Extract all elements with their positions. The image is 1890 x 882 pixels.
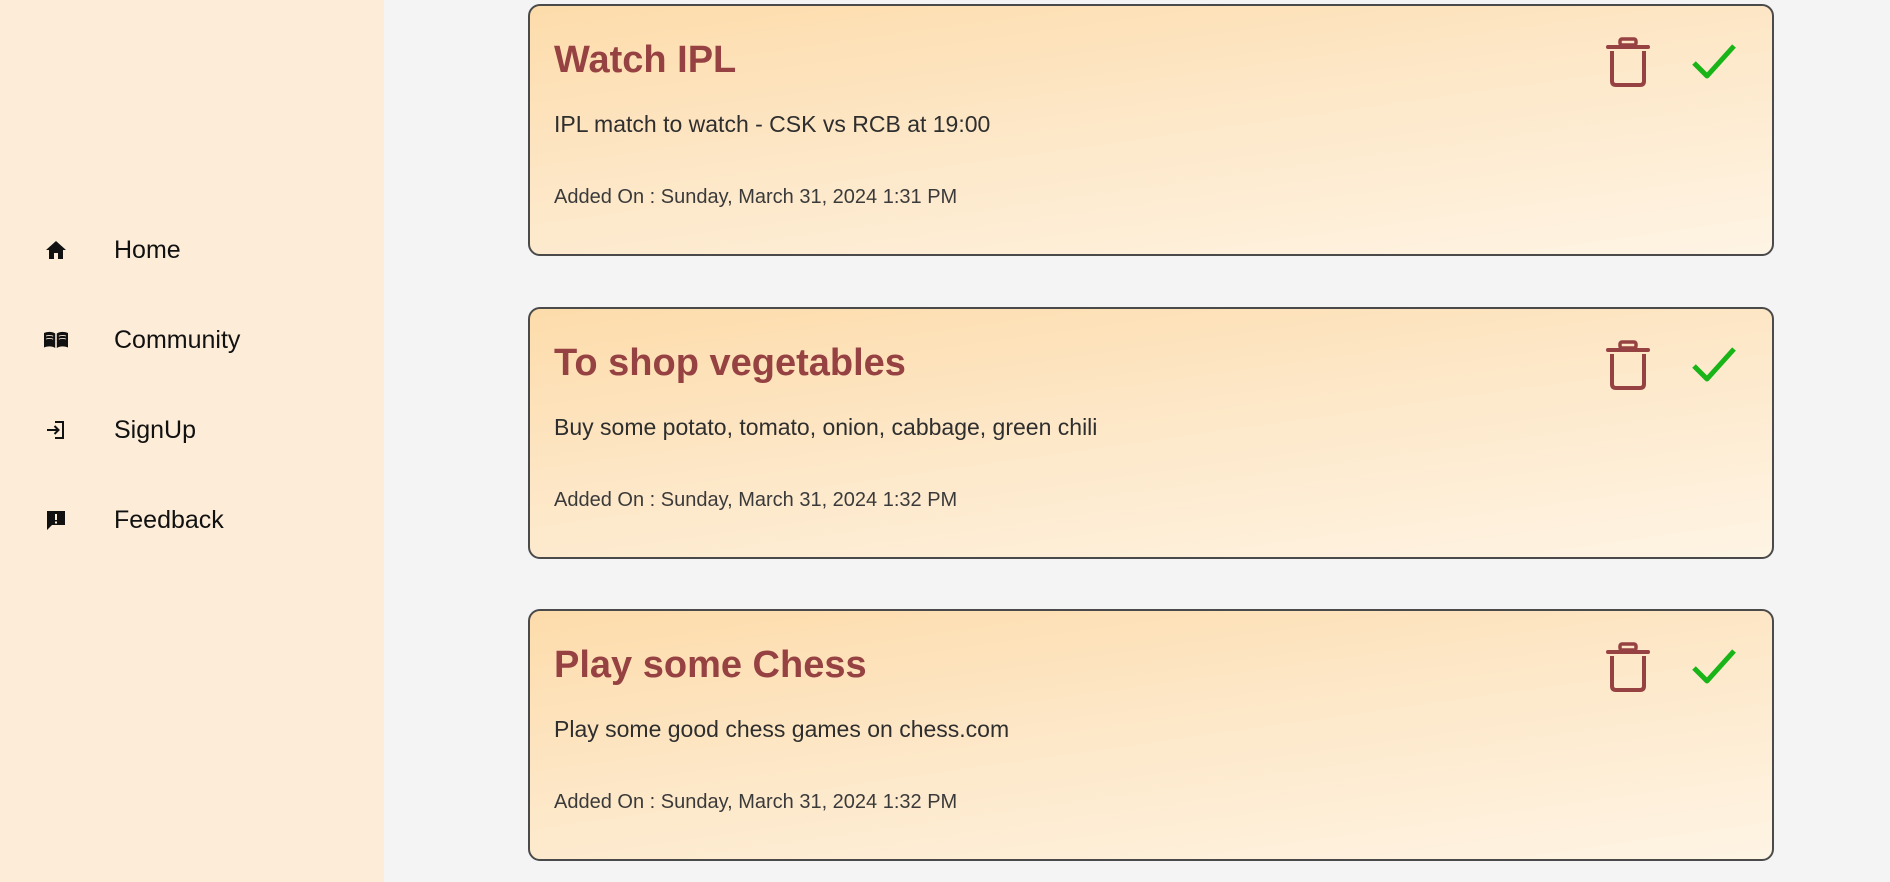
todo-actions [1600, 337, 1742, 393]
todo-list: Watch IPL IPL match to watch - CSK vs RC… [384, 0, 1890, 882]
todo-description: Play some good chess games on chess.com [554, 716, 1010, 742]
trash-icon [1606, 340, 1650, 390]
sidebar-item-feedback[interactable]: Feedback [0, 475, 384, 565]
todo-actions [1600, 34, 1742, 90]
sidebar-item-label: Home [114, 235, 181, 264]
login-icon [43, 417, 69, 443]
book-icon [43, 327, 69, 353]
todo-card: Play some Chess Play some good chess gam… [528, 609, 1774, 861]
sidebar-nav: Home Community SignUp Feedback [0, 205, 384, 565]
sidebar-item-label: SignUp [114, 415, 196, 444]
complete-button[interactable] [1686, 34, 1742, 90]
todo-added-on: Added On : Sunday, March 31, 2024 1:32 P… [554, 791, 958, 813]
trash-icon [1606, 37, 1650, 87]
complete-button[interactable] [1686, 639, 1742, 695]
todo-description: IPL match to watch - CSK vs RCB at 19:00 [554, 111, 991, 137]
check-icon [1692, 649, 1736, 684]
sidebar-item-label: Community [114, 325, 241, 354]
delete-button[interactable] [1600, 337, 1656, 393]
todo-card: To shop vegetables Buy some potato, toma… [528, 307, 1774, 559]
feedback-icon [43, 507, 69, 533]
sidebar-item-label: Feedback [114, 505, 224, 534]
todo-added-on: Added On : Sunday, March 31, 2024 1:31 P… [554, 186, 958, 208]
todo-title: To shop vegetables [554, 342, 906, 384]
delete-button[interactable] [1600, 34, 1656, 90]
todo-title: Play some Chess [554, 644, 867, 686]
sidebar-item-home[interactable]: Home [0, 205, 384, 295]
sidebar-item-signup[interactable]: SignUp [0, 385, 384, 475]
todo-description: Buy some potato, tomato, onion, cabbage,… [554, 414, 1098, 440]
trash-icon [1606, 642, 1650, 692]
sidebar-item-community[interactable]: Community [0, 295, 384, 385]
sidebar: Home Community SignUp Feedback [0, 0, 384, 882]
check-icon [1692, 44, 1736, 79]
check-icon [1692, 347, 1736, 382]
delete-button[interactable] [1600, 639, 1656, 695]
todo-card: Watch IPL IPL match to watch - CSK vs RC… [528, 4, 1774, 256]
home-icon [43, 237, 69, 263]
todo-title: Watch IPL [554, 39, 737, 81]
todo-actions [1600, 639, 1742, 695]
todo-added-on: Added On : Sunday, March 31, 2024 1:32 P… [554, 489, 958, 511]
complete-button[interactable] [1686, 337, 1742, 393]
